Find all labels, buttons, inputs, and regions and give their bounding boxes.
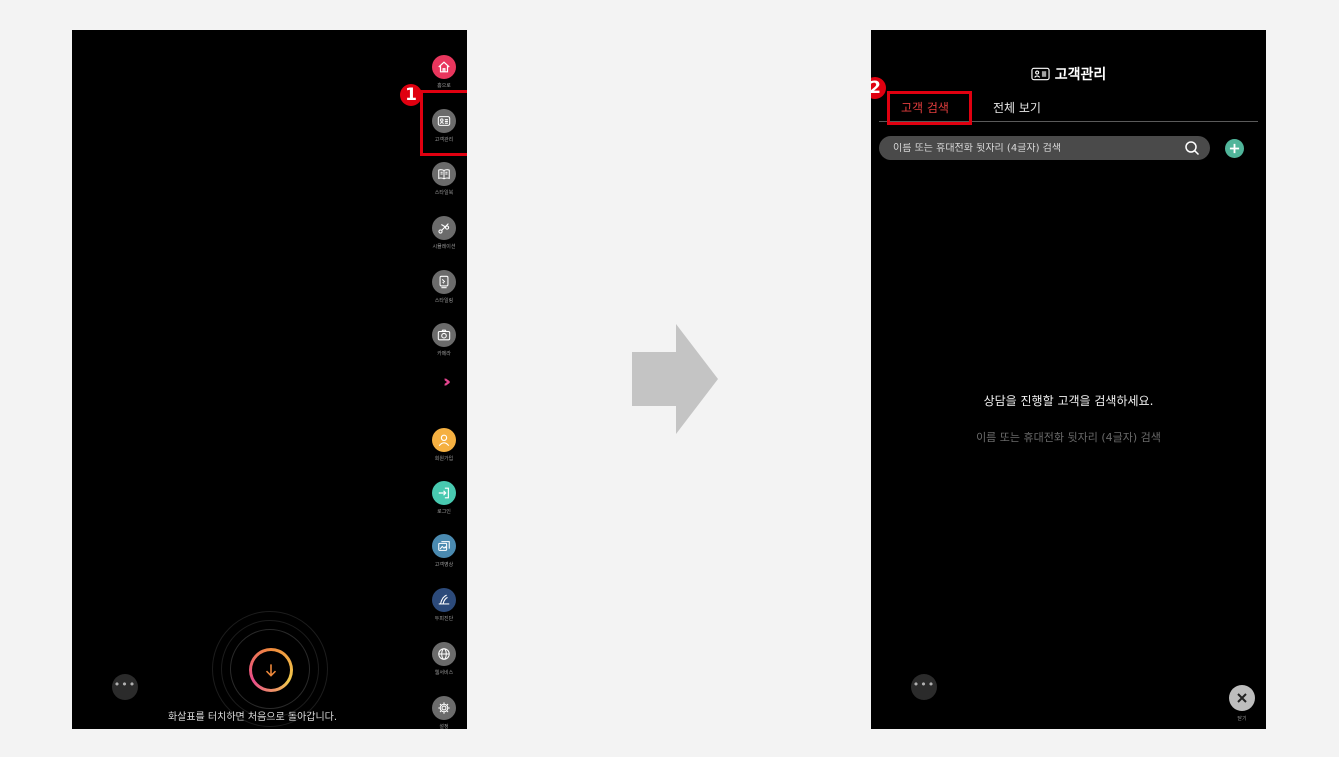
login-icon <box>432 481 456 505</box>
home-button-core <box>249 648 293 692</box>
transition-arrow <box>632 324 718 434</box>
rail-label-simulation: 시뮬레이션 <box>432 244 456 250</box>
home-hint-text: 화살표를 터치하면 처음으로 돌아갑니다. <box>167 712 338 723</box>
scissors-icon <box>432 216 456 240</box>
add-customer-button[interactable] <box>1225 139 1244 158</box>
double-chevron-right-icon[interactable]: ›› <box>428 374 460 391</box>
rail-label-settings: 설정 <box>439 724 449 729</box>
rail-item-home[interactable]: 홈으로 <box>428 55 460 89</box>
rail-label-camera: 카메라 <box>437 351 451 357</box>
search-input[interactable] <box>893 142 1184 154</box>
rail-item-stylebook[interactable]: 스타일북 <box>428 162 460 196</box>
rail-item-simulation[interactable]: 시뮬레이션 <box>428 216 460 250</box>
highlight-box-customer <box>420 90 467 156</box>
rail-item-login[interactable]: 로그인 <box>428 481 460 515</box>
rail-item-styling[interactable]: 스타일링 <box>428 270 460 304</box>
person-icon <box>432 428 456 452</box>
rail-item-camera[interactable]: 카메라 <box>428 323 460 357</box>
scalp-icon <box>432 588 456 612</box>
rail-label-signup: 회원가입 <box>434 456 454 462</box>
rail-label-scalp: 두피진단 <box>434 616 454 622</box>
rail-label-styling: 스타일링 <box>434 298 454 304</box>
more-button[interactable]: ••• <box>911 674 937 700</box>
rail-label-login: 로그인 <box>437 509 451 515</box>
customer-card-icon <box>1031 67 1050 81</box>
tab-view-all[interactable]: 전체 보기 <box>993 99 1041 116</box>
kiosk-home-screen: 홈으로 고객관리 스타일북 시뮬레이션 스타일링 카메라 ›› 회원가입 로그인… <box>72 30 467 729</box>
close-icon <box>1237 693 1247 703</box>
page-title: 고객관리 <box>871 64 1266 84</box>
empty-state-title: 상담을 진행할 고객을 검색하세요. <box>983 394 1154 408</box>
plus-icon <box>1229 143 1240 154</box>
empty-state-subtitle: 이름 또는 휴대전화 뒷자리 (4글자) 검색 <box>976 431 1161 444</box>
rail-label-web-service: 웹서비스 <box>434 670 454 676</box>
camera-icon <box>432 323 456 347</box>
rail-item-web-service[interactable]: 웹서비스 <box>428 642 460 676</box>
close-button[interactable] <box>1229 685 1255 711</box>
more-button[interactable]: ••• <box>112 674 138 700</box>
book-icon <box>432 162 456 186</box>
globe-icon <box>432 642 456 666</box>
search-icon[interactable] <box>1184 140 1200 156</box>
step-badge-1: 1 <box>400 84 422 106</box>
arrow-down-icon <box>265 664 277 677</box>
rail-label-stylebook: 스타일북 <box>434 190 454 196</box>
close-label: 닫기 <box>1237 716 1247 722</box>
highlight-box-search-tab <box>887 91 972 125</box>
home-icon <box>432 55 456 79</box>
rail-item-signup[interactable]: 회원가입 <box>428 428 460 462</box>
search-bar <box>879 136 1210 160</box>
page-title-text: 고객관리 <box>1054 67 1107 83</box>
customer-management-screen: 고객관리 고객 검색 전체 보기 2 상담을 진행할 고객을 검색하세요. 이름… <box>871 30 1266 729</box>
rail-label-home: 홈으로 <box>437 83 451 89</box>
rail-item-scalp[interactable]: 두피진단 <box>428 588 460 622</box>
mirror-icon <box>432 270 456 294</box>
gear-icon <box>432 696 456 720</box>
video-gallery-icon <box>432 534 456 558</box>
home-button-disc <box>230 629 310 709</box>
rail-item-customer-video[interactable]: 고객영상 <box>428 534 460 568</box>
rail-label-customer-video: 고객영상 <box>434 562 454 568</box>
